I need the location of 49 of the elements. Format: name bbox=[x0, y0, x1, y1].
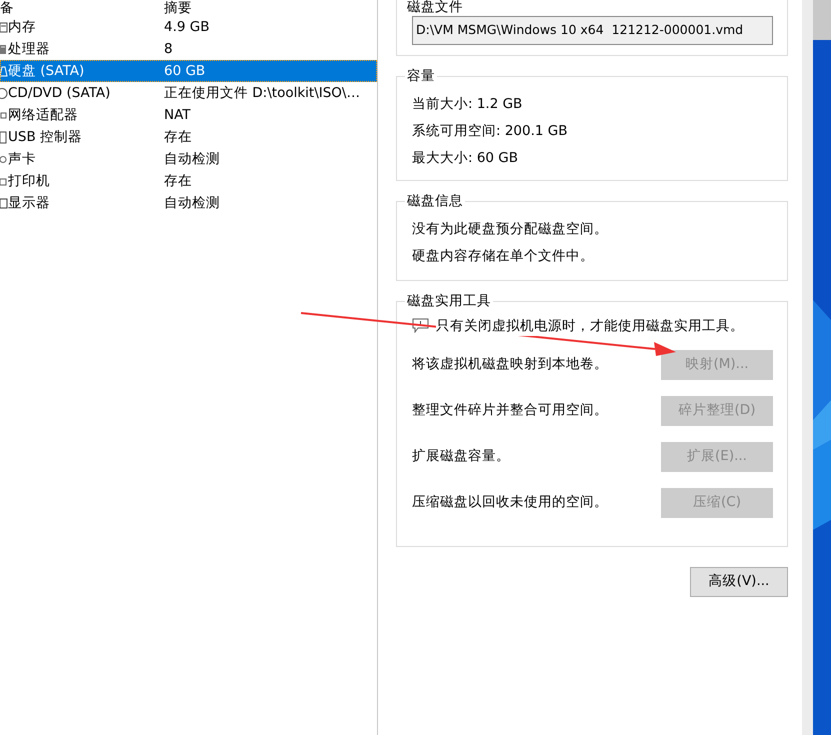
capacity-text: 当前大小: 1.2 GB bbox=[412, 94, 524, 114]
device-name: 打印机 bbox=[8, 172, 50, 191]
device-row[interactable]: 显示器 自动检测 bbox=[0, 192, 377, 214]
device-name: 显示器 bbox=[8, 194, 50, 213]
device-summary: 60 GB bbox=[164, 62, 206, 81]
capacity-text: 最大大小: 60 GB bbox=[412, 148, 520, 168]
device-name: 声卡 bbox=[8, 150, 36, 169]
device-name: CD/DVD (SATA) bbox=[8, 84, 110, 103]
action-text: 将该虚拟机磁盘映射到本地卷。 bbox=[412, 355, 608, 374]
device-name: 网络适配器 bbox=[8, 106, 78, 125]
device-row[interactable]: 打印机 存在 bbox=[0, 170, 377, 192]
device-row[interactable]: 声卡 自动检测 bbox=[0, 148, 377, 170]
device-summary: 自动检测 bbox=[164, 150, 220, 169]
device-row[interactable]: 硬盘 (SATA) 60 GB bbox=[0, 60, 377, 82]
device-row[interactable]: CD/DVD (SATA) 正在使用文件 D:\toolkit\ISO\… bbox=[0, 82, 377, 104]
capacity-text: 系统可用空间: 200.1 GB bbox=[412, 122, 569, 141]
info-text: 没有为此硬盘预分配磁盘空间。 bbox=[412, 220, 609, 239]
group-title: 磁盘信息 bbox=[405, 192, 465, 210]
chip-icon bbox=[0, 42, 8, 56]
column-header[interactable]: 备 bbox=[0, 0, 14, 16]
device-summary: 存在 bbox=[164, 172, 192, 191]
usb-icon bbox=[0, 130, 8, 144]
device-row[interactable]: 网络适配器 NAT bbox=[0, 104, 377, 126]
group-title: 容量 bbox=[405, 66, 437, 85]
advanced-button[interactable]: 高级(V)... bbox=[690, 566, 788, 596]
group-title: 磁盘文件 bbox=[405, 0, 465, 16]
action-text: 整理文件碎片并整合可用空间。 bbox=[412, 401, 608, 420]
device-summary: NAT bbox=[164, 106, 191, 125]
column-header[interactable]: 摘要 bbox=[164, 0, 192, 16]
device-summary: 正在使用文件 D:\toolkit\ISO\… bbox=[164, 84, 360, 103]
action-text: 扩展磁盘容量。 bbox=[412, 447, 510, 466]
monitor-icon bbox=[0, 196, 8, 210]
device-row[interactable]: 处理器 8 bbox=[0, 38, 377, 60]
device-name: USB 控制器 bbox=[8, 128, 82, 147]
group-title: 磁盘实用工具 bbox=[405, 292, 493, 310]
file-path-field[interactable]: D:\VM MSMG\Windows 10 x64 121212-000001.vmd bbox=[412, 16, 773, 45]
device-row[interactable]: USB 控制器 存在 bbox=[0, 126, 377, 148]
device-name: 硬盘 (SATA) bbox=[8, 62, 84, 81]
device-name: 处理器 bbox=[8, 40, 50, 59]
memory-icon bbox=[0, 20, 8, 34]
info-text: 硬盘内容存储在单个文件中。 bbox=[412, 246, 595, 266]
device-summary: 存在 bbox=[164, 128, 192, 147]
device-summary: 8 bbox=[164, 40, 173, 59]
device-summary: 4.9 GB bbox=[164, 18, 210, 37]
device-summary: 自动检测 bbox=[164, 194, 220, 213]
device-name: 内存 bbox=[8, 18, 36, 37]
action-text: 压缩磁盘以回收未使用的空间。 bbox=[412, 493, 608, 512]
message-icon bbox=[412, 318, 429, 334]
device-row[interactable]: 内存 4.9 GB bbox=[0, 16, 377, 38]
